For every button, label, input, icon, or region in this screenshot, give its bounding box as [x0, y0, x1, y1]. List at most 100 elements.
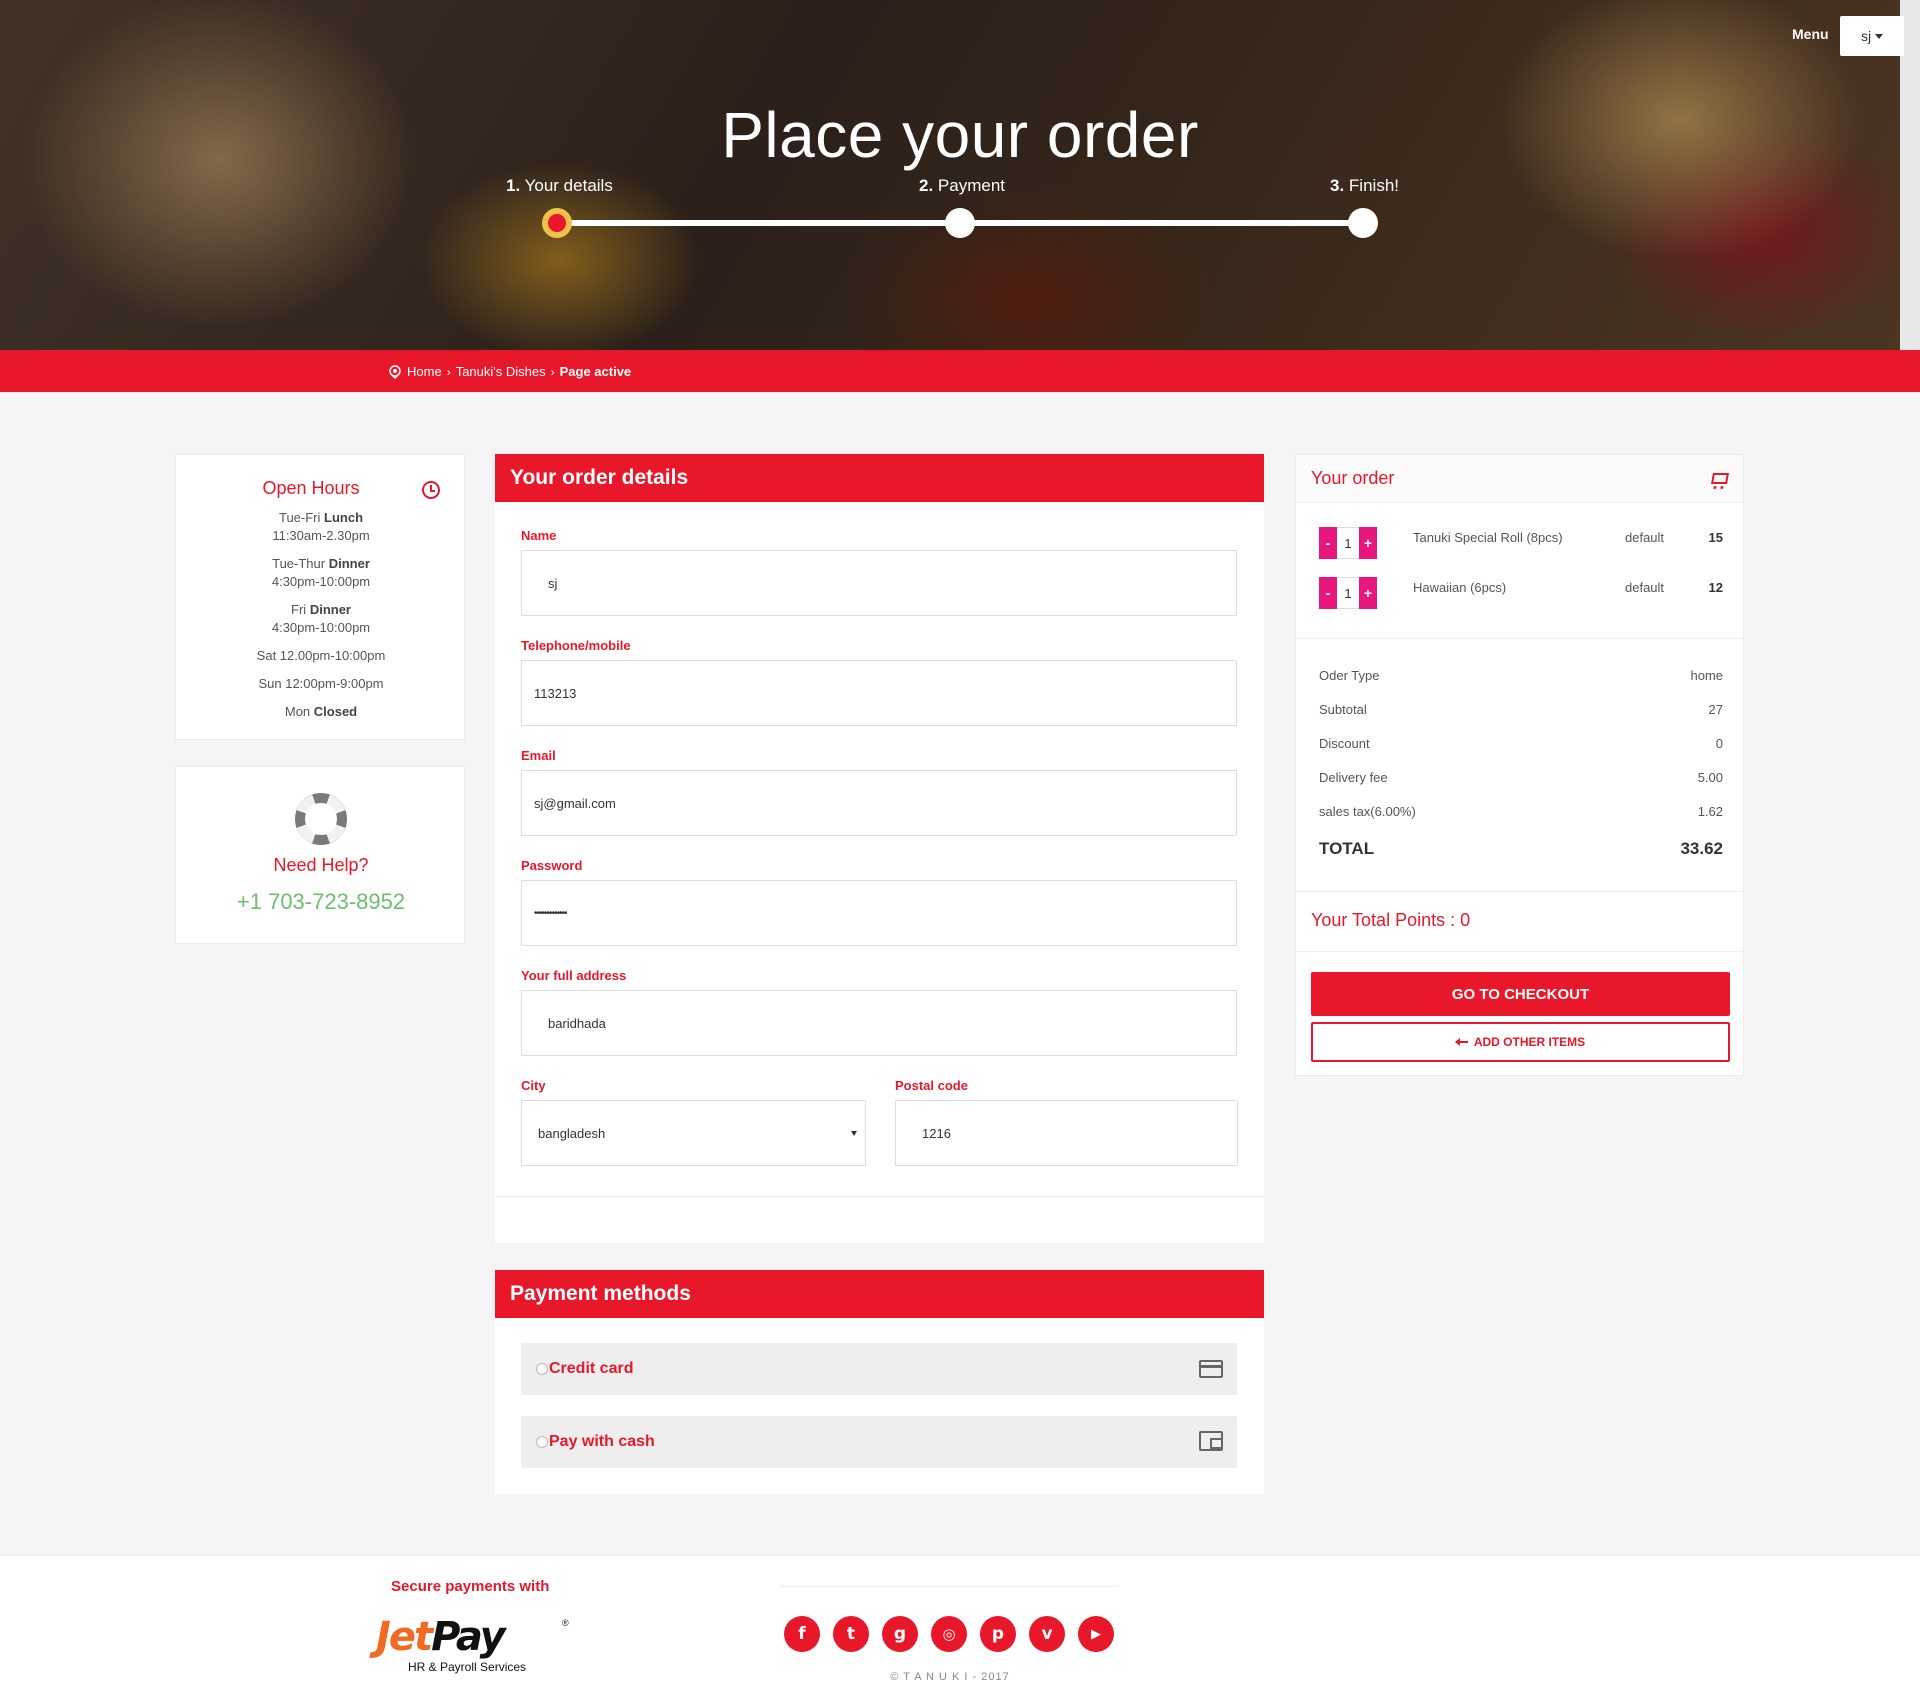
- cash-label: Pay with cash: [549, 1433, 655, 1450]
- social-links: f t g ◎ p v ▶: [784, 1616, 1114, 1652]
- breadcrumb-dishes[interactable]: Tanuki's Dishes: [456, 364, 546, 379]
- vimeo-icon[interactable]: v: [1029, 1616, 1065, 1652]
- breadcrumb-separator: ›: [446, 364, 451, 379]
- summary-row: Subtotal 27: [1319, 702, 1723, 717]
- footer-divider: [780, 1586, 1117, 1587]
- total-value: 33.62: [1680, 839, 1723, 858]
- summary-row: Oder Type home: [1319, 668, 1723, 683]
- pinterest-icon[interactable]: p: [980, 1616, 1016, 1652]
- item-price: 12: [1708, 580, 1723, 595]
- location-pin-icon: [389, 364, 401, 379]
- increase-quantity-button[interactable]: +: [1359, 527, 1377, 559]
- open-hours-title: Open Hours: [262, 478, 360, 498]
- footer: Secure payments with JetPay ® HR & Payro…: [0, 1555, 1920, 1698]
- breadcrumb-bar: Home › Tanuki's Dishes › Page active: [0, 350, 1920, 392]
- hours-row: Tue-Thur Dinner 4:30pm-10:00pm: [271, 556, 371, 589]
- breadcrumb-separator: ›: [550, 364, 555, 379]
- twitter-icon[interactable]: t: [833, 1616, 869, 1652]
- user-dropdown-button[interactable]: sj: [1840, 16, 1904, 56]
- city-selected-value: bangladesh: [538, 1125, 606, 1141]
- password-label: Password: [521, 858, 583, 873]
- hours-row: Tue-Fri Lunch 11:30am-2.30pm: [272, 510, 370, 543]
- breadcrumb-home[interactable]: Home: [407, 364, 442, 379]
- quantity-stepper: - 1 +: [1319, 577, 1377, 609]
- order-summary-title: Your order: [1311, 468, 1395, 488]
- total-row: TOTAL 33.62: [1319, 839, 1723, 859]
- item-option: default: [1625, 580, 1665, 595]
- address-input[interactable]: baridhada: [521, 990, 1237, 1056]
- postal-label: Postal code: [895, 1078, 968, 1093]
- order-details-title: Your order details: [495, 454, 1264, 502]
- credit-card-icon: [1199, 1360, 1223, 1378]
- password-input[interactable]: •••••••••••••: [521, 880, 1237, 946]
- decrease-quantity-button[interactable]: -: [1319, 527, 1337, 559]
- total-label: TOTAL: [1319, 839, 1375, 858]
- summary-row: Delivery fee 5.00: [1319, 770, 1723, 785]
- name-input[interactable]: sj: [521, 550, 1237, 616]
- quantity-value[interactable]: 1: [1337, 527, 1359, 559]
- help-card: Need Help? +1 703-723-8952: [175, 766, 465, 944]
- order-details-form: Your order details Name sj Telephone/mob…: [495, 454, 1264, 1243]
- quantity-value[interactable]: 1: [1337, 577, 1359, 609]
- summary-divider: [1296, 638, 1745, 639]
- telephone-input[interactable]: 113213: [521, 660, 1237, 726]
- name-label: Name: [521, 528, 557, 543]
- order-item: - 1 + Tanuki Special Roll (8pcs) default…: [1296, 527, 1745, 561]
- credit-card-label: Credit card: [549, 1360, 634, 1377]
- step-1-dot[interactable]: [542, 208, 572, 238]
- secure-payments-label: Secure payments with: [391, 1578, 550, 1595]
- lifebuoy-icon: [295, 793, 347, 845]
- summary-row: sales tax(6.00%) 1.62: [1319, 804, 1723, 819]
- user-name: sj: [1860, 28, 1872, 44]
- payment-option-cash[interactable]: Pay with cash: [521, 1416, 1237, 1468]
- increase-quantity-button[interactable]: +: [1359, 577, 1377, 609]
- menu-link[interactable]: Menu: [1792, 26, 1829, 42]
- arrow-left-icon: [1454, 1038, 1468, 1046]
- item-price: 15: [1708, 530, 1723, 545]
- payment-methods-card: Payment methods Credit card Pay with cas…: [495, 1270, 1264, 1494]
- breadcrumb: Home › Tanuki's Dishes › Page active: [388, 364, 631, 379]
- item-option: default: [1625, 530, 1665, 545]
- summary-row: Discount 0: [1319, 736, 1723, 751]
- add-other-items-button[interactable]: ADD OTHER ITEMS: [1311, 1022, 1730, 1062]
- google-plus-icon[interactable]: g: [882, 1616, 918, 1652]
- step-3-dot[interactable]: [1348, 208, 1378, 238]
- hours-row: Mon Closed: [284, 704, 358, 719]
- address-label: Your full address: [521, 968, 627, 983]
- city-select[interactable]: bangladesh: [521, 1100, 866, 1166]
- order-progress: 1. Your details 2. Payment 3. Finish!: [0, 0, 1900, 350]
- credit-card-radio[interactable]: [536, 1363, 548, 1375]
- help-phone-link[interactable]: +1 703-723-8952: [176, 889, 466, 915]
- checkout-button[interactable]: GO TO CHECKOUT: [1311, 972, 1730, 1016]
- step-3-label: 3. Finish!: [1330, 176, 1399, 195]
- step-2-dot[interactable]: [945, 208, 975, 238]
- cash-radio[interactable]: [536, 1436, 548, 1448]
- decrease-quantity-button[interactable]: -: [1319, 577, 1337, 609]
- hours-row: Sun 12:00pm-9:00pm: [258, 676, 384, 691]
- jetpay-logo: JetPay ® HR & Payroll Services: [376, 1614, 569, 1674]
- facebook-icon[interactable]: f: [784, 1616, 820, 1652]
- total-points: Your Total Points : 0: [1311, 910, 1471, 930]
- hours-row: Sat 12.00pm-10:00pm: [256, 648, 386, 663]
- hours-row: Fri Dinner 4:30pm-10:00pm: [271, 602, 371, 635]
- youtube-icon[interactable]: ▶: [1078, 1616, 1114, 1652]
- step-1-label: 1. Your details: [506, 176, 613, 195]
- copyright: © T A N U K I - 2017: [890, 1671, 1010, 1683]
- summary-divider: [1296, 951, 1745, 952]
- help-title: Need Help?: [273, 855, 369, 875]
- payment-methods-title: Payment methods: [495, 1270, 1264, 1318]
- telephone-label: Telephone/mobile: [521, 638, 631, 653]
- select-arrow-icon: [851, 1131, 857, 1136]
- open-hours-list: Tue-Fri Lunch 11:30am-2.30pm Tue-Thur Di…: [176, 509, 466, 731]
- item-name: Tanuki Special Roll (8pcs): [1413, 530, 1563, 545]
- instagram-icon[interactable]: ◎: [931, 1616, 967, 1652]
- caret-down-icon: [1875, 33, 1884, 39]
- summary-divider: [1296, 891, 1745, 892]
- order-summary-header: Your order: [1296, 455, 1743, 503]
- item-name: Hawaiian (6pcs): [1413, 580, 1507, 595]
- payment-option-credit-card[interactable]: Credit card: [521, 1343, 1237, 1395]
- add-other-items-label: ADD OTHER ITEMS: [1473, 1035, 1586, 1049]
- order-summary-card: Your order - 1 + Tanuki Special Roll (8p…: [1295, 454, 1745, 1076]
- postal-input[interactable]: 1216: [895, 1100, 1238, 1166]
- email-input[interactable]: sj@gmail.com: [521, 770, 1237, 836]
